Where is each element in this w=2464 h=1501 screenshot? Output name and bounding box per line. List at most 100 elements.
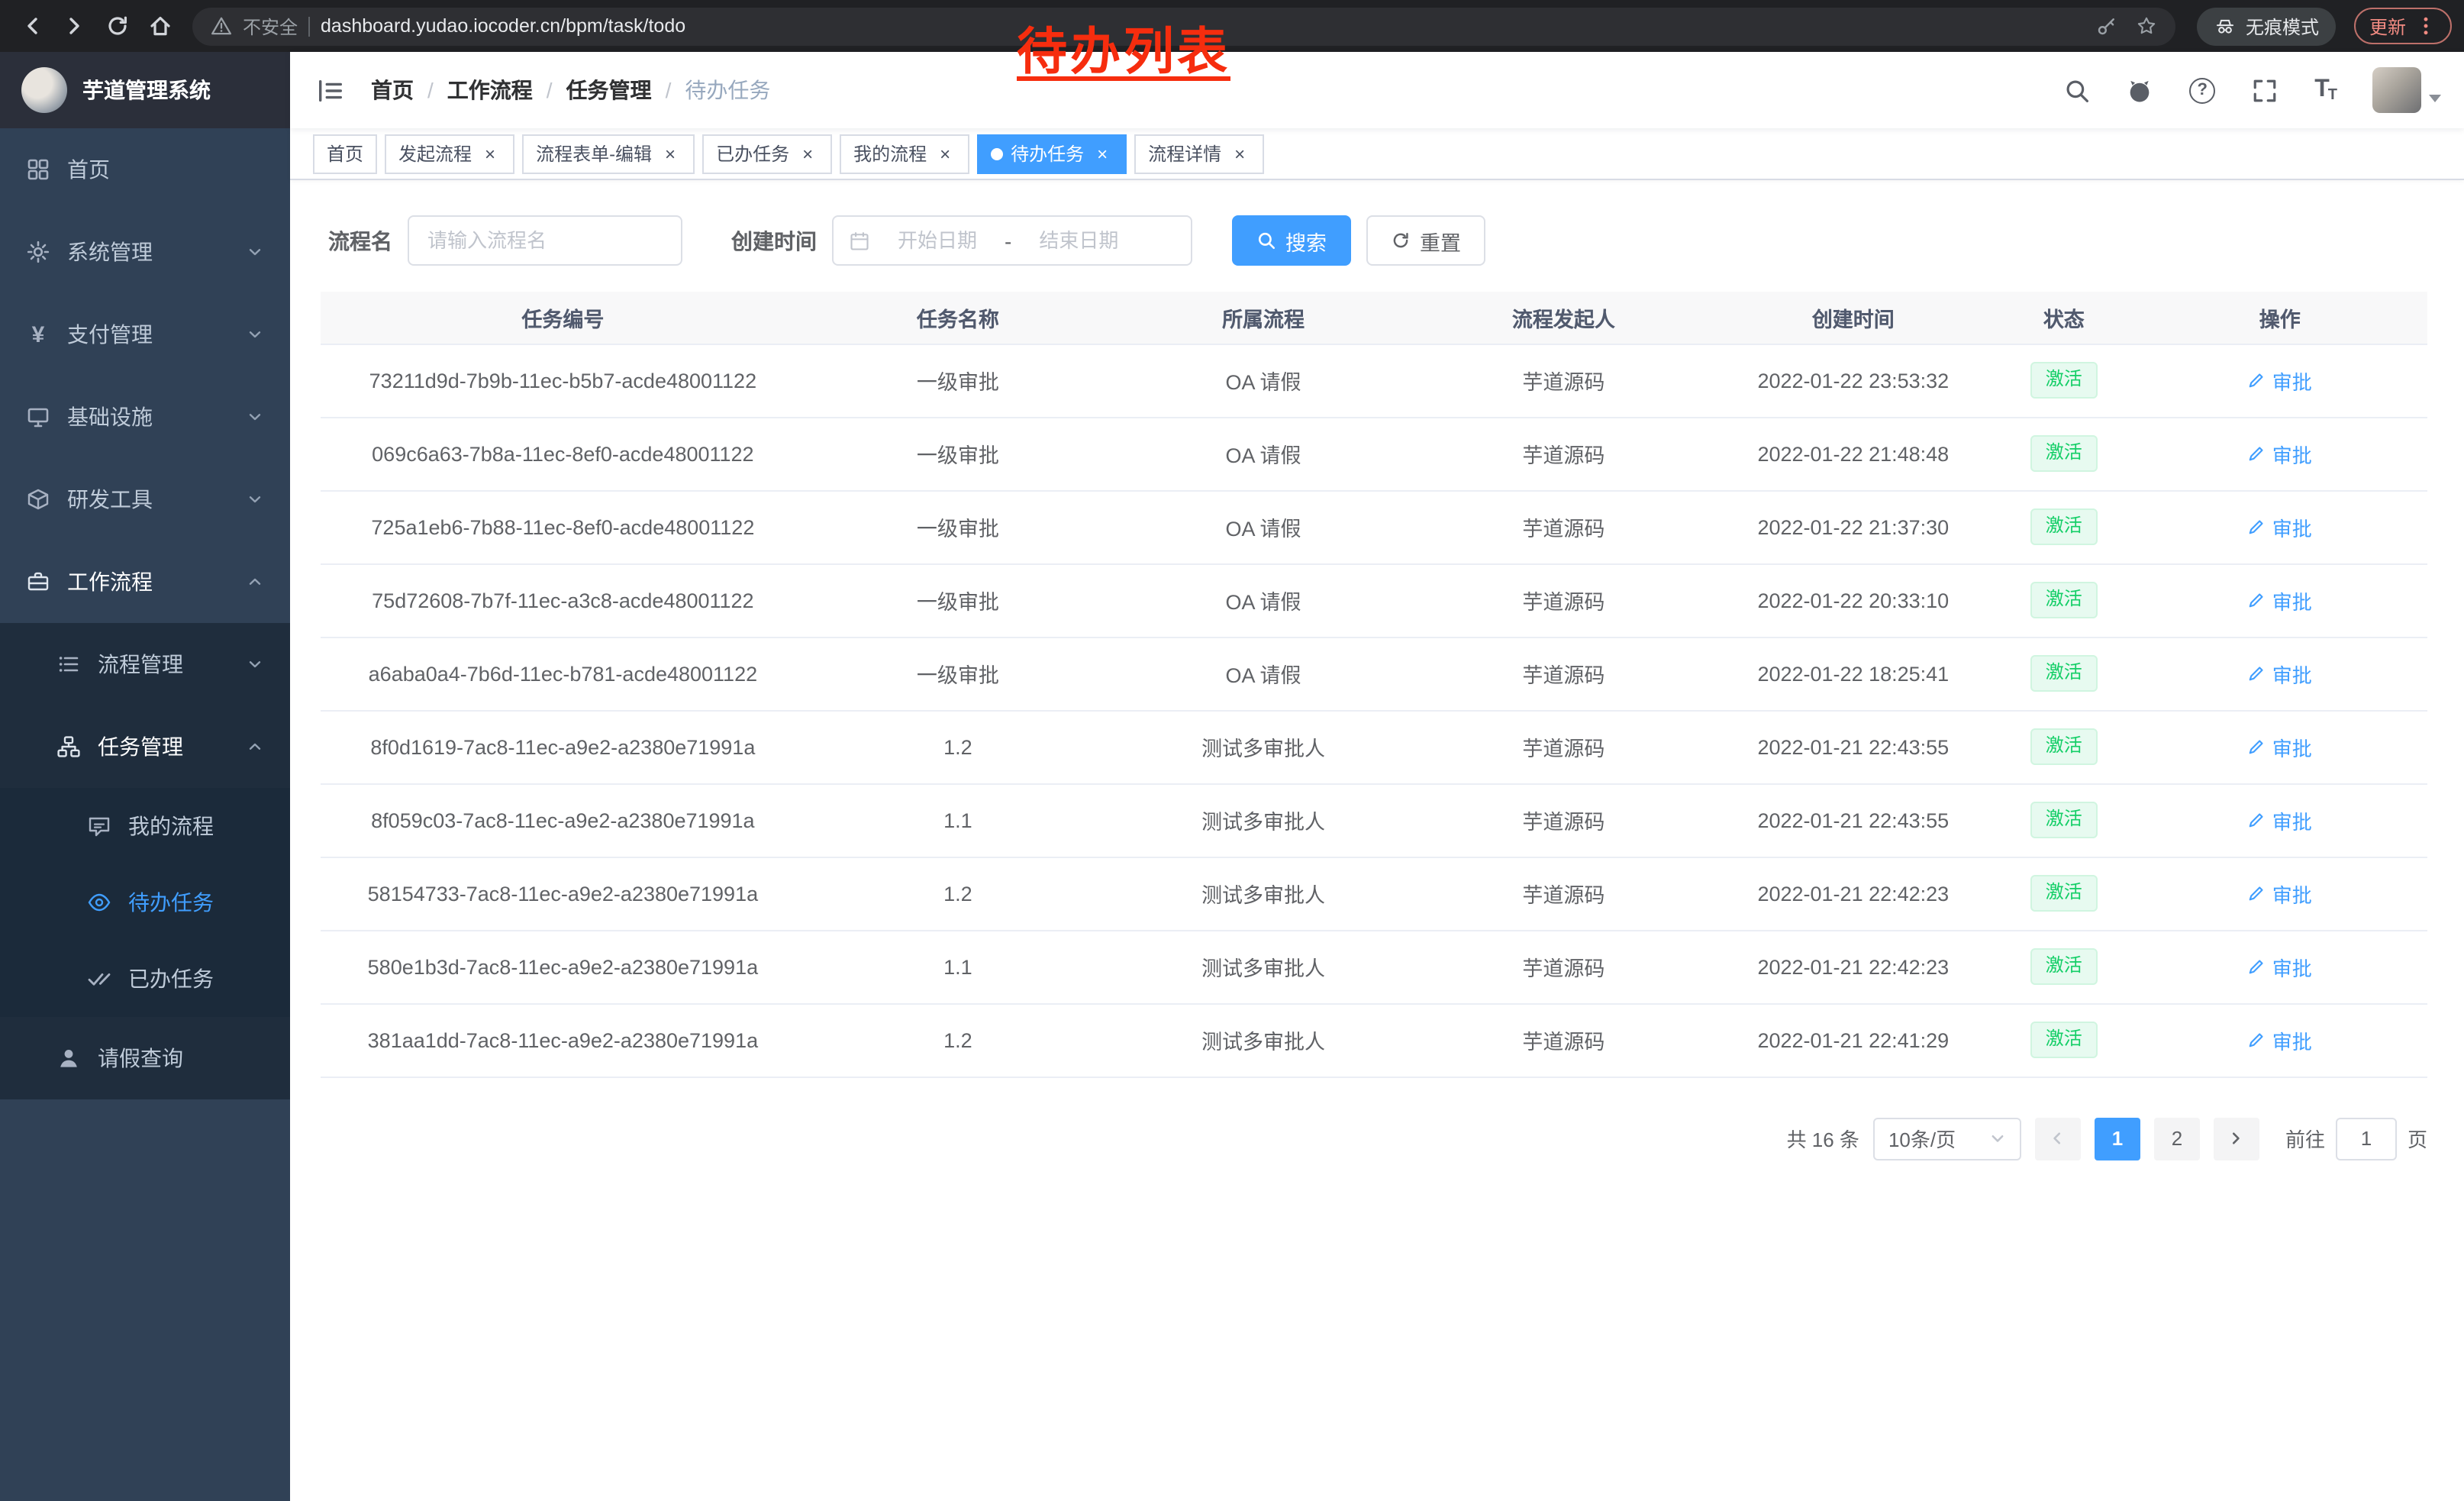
cell-task-name: 1.1 bbox=[805, 783, 1111, 857]
github-icon[interactable] bbox=[2127, 77, 2153, 103]
date-range-separator: - bbox=[1005, 228, 1011, 253]
goto-page-input[interactable] bbox=[2336, 1117, 2397, 1160]
date-range-picker[interactable]: - bbox=[832, 215, 1192, 266]
browser-home-button[interactable] bbox=[140, 6, 180, 46]
cell-process: 测试多审批人 bbox=[1111, 1003, 1416, 1077]
tab-todo-task[interactable]: 待办任务 × bbox=[977, 134, 1127, 173]
search-icon[interactable] bbox=[2064, 77, 2090, 103]
approve-button[interactable]: 审批 bbox=[2248, 586, 2312, 615]
sidebar-item-leave-query[interactable]: 请假查询 bbox=[0, 1017, 290, 1099]
status-badge: 激活 bbox=[2030, 875, 2098, 911]
end-date-input[interactable] bbox=[1021, 229, 1137, 252]
next-page-button[interactable] bbox=[2214, 1117, 2259, 1160]
password-key-icon[interactable] bbox=[2096, 15, 2117, 37]
sidebar-item-infrastructure[interactable]: 基础设施 bbox=[0, 376, 290, 458]
close-tab-icon[interactable]: × bbox=[660, 143, 681, 164]
double-check-icon bbox=[87, 967, 111, 991]
approve-button[interactable]: 审批 bbox=[2248, 952, 2312, 981]
cell-actions: 审批 bbox=[2133, 930, 2428, 1003]
create-time-label: 创建时间 bbox=[731, 225, 817, 256]
approve-button[interactable]: 审批 bbox=[2248, 1025, 2312, 1054]
page-button-1[interactable]: 1 bbox=[2095, 1117, 2140, 1160]
breadcrumb: 首页 / 工作流程 / 任务管理 / 待办任务 bbox=[371, 75, 770, 105]
approve-button-label: 审批 bbox=[2272, 366, 2312, 395]
sidebar-item-workflow[interactable]: 工作流程 bbox=[0, 541, 290, 623]
breadcrumb-home[interactable]: 首页 bbox=[371, 75, 414, 105]
browser-forward-button[interactable] bbox=[55, 6, 95, 46]
tab-done-task[interactable]: 已办任务 × bbox=[702, 134, 832, 173]
edit-pen-icon bbox=[2248, 884, 2266, 902]
user-menu[interactable] bbox=[2372, 67, 2441, 113]
sidebar-item-system[interactable]: 系统管理 bbox=[0, 211, 290, 293]
sidebar-item-devtools[interactable]: 研发工具 bbox=[0, 458, 290, 541]
tab-my-process[interactable]: 我的流程 × bbox=[840, 134, 969, 173]
cell-actions: 审批 bbox=[2133, 637, 2428, 710]
sidebar-item-task-management[interactable]: 任务管理 bbox=[0, 705, 290, 788]
cell-task-id: 75d72608-7b7f-11ec-a3c8-acde48001122 bbox=[321, 563, 805, 637]
app-logo[interactable]: 芋道管理系统 bbox=[0, 52, 290, 128]
cell-task-name: 1.2 bbox=[805, 857, 1111, 930]
close-tab-icon[interactable]: × bbox=[1229, 143, 1250, 164]
approve-button[interactable]: 审批 bbox=[2248, 805, 2312, 834]
tab-home[interactable]: 首页 bbox=[313, 134, 377, 173]
tab-process-form-edit[interactable]: 流程表单-编辑 × bbox=[522, 134, 695, 173]
bookmark-star-icon[interactable] bbox=[2136, 15, 2157, 37]
close-tab-icon[interactable]: × bbox=[479, 143, 501, 164]
sidebar-item-done-task[interactable]: 已办任务 bbox=[0, 941, 290, 1017]
sidebar-item-my-process[interactable]: 我的流程 bbox=[0, 788, 290, 864]
cell-created: 2022-01-21 22:43:55 bbox=[1711, 710, 1996, 783]
cell-actions: 审批 bbox=[2133, 563, 2428, 637]
process-name-input[interactable] bbox=[427, 229, 663, 252]
help-icon[interactable]: ? bbox=[2189, 77, 2215, 103]
close-tab-icon[interactable]: × bbox=[1092, 143, 1113, 164]
approve-button-label: 审批 bbox=[2272, 439, 2312, 468]
browser-menu-icon[interactable] bbox=[2415, 15, 2437, 37]
sidebar-item-label: 工作流程 bbox=[67, 567, 153, 597]
col-status: 状态 bbox=[1995, 292, 2132, 344]
approve-button[interactable]: 审批 bbox=[2248, 366, 2312, 395]
approve-button[interactable]: 审批 bbox=[2248, 512, 2312, 541]
cell-process: OA 请假 bbox=[1111, 563, 1416, 637]
status-badge: 激活 bbox=[2030, 1022, 2098, 1057]
security-label[interactable]: 不安全 bbox=[243, 13, 298, 39]
search-button[interactable]: 搜索 bbox=[1232, 215, 1351, 266]
status-badge: 激活 bbox=[2030, 655, 2098, 691]
start-date-input[interactable] bbox=[879, 229, 995, 252]
sidebar-item-home[interactable]: 首页 bbox=[0, 128, 290, 211]
avatar[interactable] bbox=[2372, 67, 2421, 113]
page-content: 流程名 创建时间 - 搜索 bbox=[290, 180, 2464, 1501]
browser-back-button[interactable] bbox=[12, 6, 52, 46]
approve-button[interactable]: 审批 bbox=[2248, 879, 2312, 908]
sidebar-item-todo-task[interactable]: 待办任务 bbox=[0, 864, 290, 941]
incognito-badge: 无痕模式 bbox=[2197, 7, 2336, 45]
fullscreen-icon[interactable] bbox=[2252, 77, 2278, 103]
tab-start-process[interactable]: 发起流程 × bbox=[385, 134, 514, 173]
reset-button[interactable]: 重置 bbox=[1366, 215, 1485, 266]
close-tab-icon[interactable]: × bbox=[797, 143, 818, 164]
font-size-icon[interactable]: TT bbox=[2314, 76, 2336, 104]
sidebar-item-payment[interactable]: ¥ 支付管理 bbox=[0, 293, 290, 376]
update-label[interactable]: 更新 bbox=[2369, 13, 2406, 39]
close-tab-icon[interactable]: × bbox=[934, 143, 956, 164]
cell-initiator: 芋道源码 bbox=[1416, 637, 1711, 710]
approve-button[interactable]: 审批 bbox=[2248, 659, 2312, 688]
page-size-select[interactable]: 10条/页 bbox=[1873, 1117, 2021, 1160]
tab-process-detail[interactable]: 流程详情 × bbox=[1134, 134, 1264, 173]
approve-button[interactable]: 审批 bbox=[2248, 732, 2312, 761]
prev-page-button[interactable] bbox=[2035, 1117, 2081, 1160]
page-button-2[interactable]: 2 bbox=[2154, 1117, 2200, 1160]
sidebar-item-process-management[interactable]: 流程管理 bbox=[0, 623, 290, 705]
sidebar-collapse-icon[interactable] bbox=[313, 73, 347, 107]
cell-task-name: 一级审批 bbox=[805, 637, 1111, 710]
cell-task-id: 069c6a63-7b8a-11ec-8ef0-acde48001122 bbox=[321, 417, 805, 490]
approve-button[interactable]: 审批 bbox=[2248, 439, 2312, 468]
cell-process: OA 请假 bbox=[1111, 344, 1416, 417]
browser-update-button[interactable]: 更新 bbox=[2354, 8, 2452, 44]
cell-status: 激活 bbox=[1995, 710, 2132, 783]
breadcrumb-task-management[interactable]: 任务管理 bbox=[566, 75, 652, 105]
breadcrumb-current: 待办任务 bbox=[685, 75, 770, 105]
breadcrumb-workflow[interactable]: 工作流程 bbox=[447, 75, 533, 105]
security-warning-icon[interactable] bbox=[211, 15, 232, 37]
url-text[interactable]: dashboard.yudao.iocoder.cn/bpm/task/todo bbox=[321, 15, 685, 37]
browser-reload-button[interactable] bbox=[98, 6, 137, 46]
